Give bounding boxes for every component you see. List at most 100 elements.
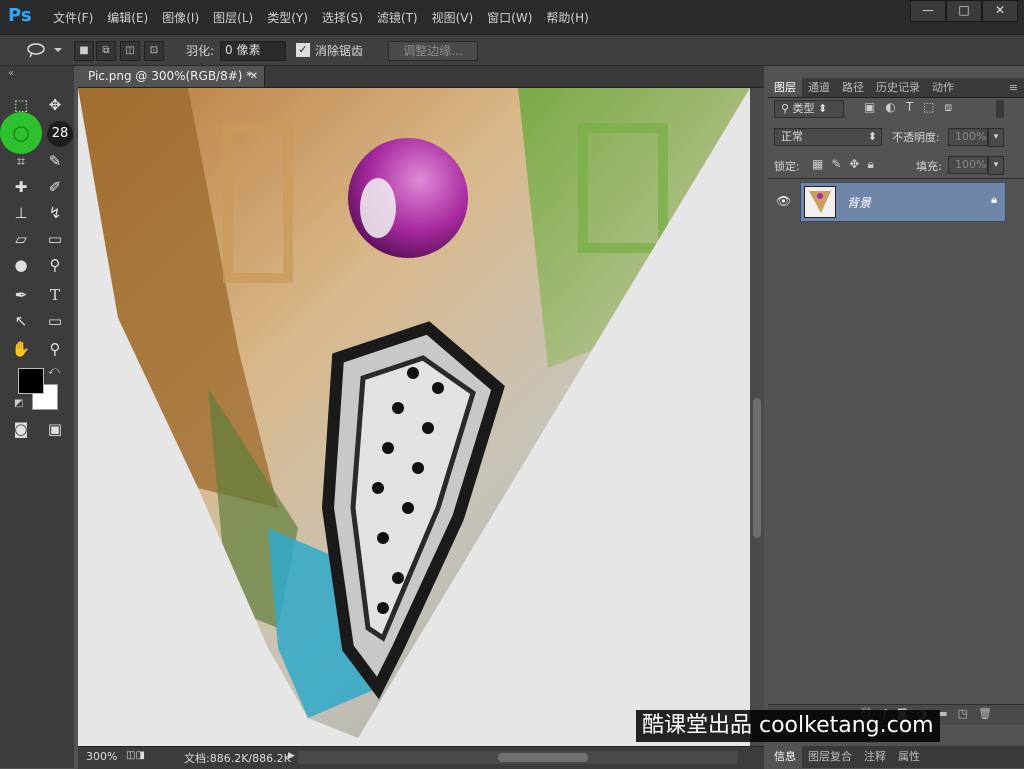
window-controls: — □ ✕ xyxy=(910,0,1018,22)
zoom-level[interactable]: 300% xyxy=(86,750,117,763)
menu-image[interactable]: 图像(I) xyxy=(155,9,206,26)
fill-dropdown-icon[interactable]: ▾ xyxy=(988,156,1004,175)
dodge-tool-icon[interactable]: ⚲ xyxy=(44,254,66,276)
tab-notes[interactable]: 注释 xyxy=(858,746,892,768)
type-tool-icon[interactable]: T xyxy=(44,284,66,306)
path-selection-icon[interactable]: ↖ xyxy=(10,310,32,332)
minimize-button[interactable]: — xyxy=(910,0,946,22)
quick-mask-icon[interactable]: ◙ xyxy=(10,418,32,440)
tab-info[interactable]: 信息 xyxy=(768,746,802,768)
tab-layer-comps[interactable]: 图层复合 xyxy=(802,746,858,768)
smart-filter-icon[interactable]: ⧈ xyxy=(945,100,953,115)
app-logo: Ps xyxy=(8,5,32,26)
document-title: Pic.png @ 300%(RGB/8#) * xyxy=(88,69,253,83)
tab-channels[interactable]: 通道 xyxy=(802,78,836,97)
eyedropper-tool-icon[interactable]: ✎ xyxy=(44,150,66,172)
panel-tabs: 图层 通道 路径 历史记录 动作 ≡ xyxy=(768,78,1024,98)
filter-type-select[interactable]: ⚲ 类型 ⬍ xyxy=(774,100,844,118)
add-selection-button[interactable]: ⧉ xyxy=(96,41,116,61)
layer-name[interactable]: 背景 xyxy=(847,194,871,211)
crop-tool-icon[interactable]: ⌗ xyxy=(10,150,32,172)
menu-bar: Ps 文件(F) 编辑(E) 图像(I) 图层(L) 类型(Y) 选择(S) 滤… xyxy=(0,0,1024,34)
horizontal-scrollbar[interactable] xyxy=(298,751,738,764)
brush-tool-icon[interactable]: ✐ xyxy=(44,176,66,198)
subtract-selection-button[interactable]: ◫ xyxy=(120,41,140,61)
opacity-input[interactable]: 100% xyxy=(948,128,988,146)
chevron-down-icon: ⬍ xyxy=(867,130,877,143)
menu-window[interactable]: 窗口(W) xyxy=(480,9,539,26)
vertical-scroll-thumb[interactable] xyxy=(753,398,761,538)
restore-button[interactable]: □ xyxy=(946,0,982,22)
feather-label: 羽化: xyxy=(186,44,215,58)
horizontal-scroll-thumb[interactable] xyxy=(498,753,588,762)
vertical-scrollbar[interactable] xyxy=(750,88,764,746)
opacity-dropdown-icon[interactable]: ▾ xyxy=(988,128,1004,147)
lock-all-icon[interactable]: 🔒︎ xyxy=(867,157,873,172)
lock-transparency-icon[interactable]: ▦ xyxy=(812,157,823,172)
tab-properties[interactable]: 属性 xyxy=(892,746,926,768)
close-tab-icon[interactable]: ✕ xyxy=(250,66,258,87)
rectangle-tool-icon[interactable]: ▭ xyxy=(44,310,66,332)
menu-file[interactable]: 文件(F) xyxy=(46,9,100,26)
stamp-tool-icon[interactable]: ⊥ xyxy=(10,202,32,224)
lasso-tool-icon[interactable]: ◯ xyxy=(10,122,32,144)
move-tool-icon[interactable]: ✥ xyxy=(44,94,66,116)
visibility-eye-icon[interactable]: 👁︎ xyxy=(776,194,791,208)
shape-filter-icon[interactable]: ⬚ xyxy=(923,100,934,115)
type-filter-icon[interactable]: T xyxy=(906,100,913,115)
screen-mode-icon[interactable]: ▣ xyxy=(44,418,66,440)
filter-toggle[interactable] xyxy=(996,100,1004,118)
canvas[interactable] xyxy=(78,88,750,746)
tab-actions[interactable]: 动作 xyxy=(926,78,960,97)
delete-layer-icon[interactable]: 🗑︎ xyxy=(978,707,992,720)
blend-mode-select[interactable]: 正常 ⬍ xyxy=(774,128,882,146)
layer-thumbnail-image xyxy=(809,191,831,213)
tab-paths[interactable]: 路径 xyxy=(836,78,870,97)
menu-layer[interactable]: 图层(L) xyxy=(206,9,260,26)
panel-menu-icon[interactable]: ≡ xyxy=(1003,78,1024,97)
new-selection-button[interactable]: ■ xyxy=(74,41,94,61)
options-bar: ■ ⧉ ◫ ⊡ 羽化: 0 像素 ✓ 消除锯齿 调整边缘... xyxy=(0,34,1024,66)
document-tab[interactable]: Pic.png @ 300%(RGB/8#) * ✕ xyxy=(78,66,265,87)
menu-filter[interactable]: 滤镜(T) xyxy=(370,9,425,26)
antialias-checkbox[interactable]: ✓ xyxy=(296,43,310,57)
intersect-selection-button[interactable]: ⊡ xyxy=(144,41,164,61)
tab-layers[interactable]: 图层 xyxy=(768,78,802,97)
feather-input[interactable]: 0 像素 xyxy=(220,41,286,61)
layer-row-background[interactable]: 背景 🔒︎ xyxy=(800,182,1006,222)
menu-select[interactable]: 选择(S) xyxy=(315,9,370,26)
foreground-color-swatch[interactable] xyxy=(18,368,44,394)
lock-position-icon[interactable]: ✥ xyxy=(849,157,859,172)
menu-view[interactable]: 视图(V) xyxy=(425,9,481,26)
layers-panel: 图层 通道 路径 历史记录 动作 ≡ ⚲ 类型 ⬍ ▣ ◐ T ⬚ ⧈ 正常 ⬍ … xyxy=(768,78,1024,768)
document-info[interactable]: 文档:886.2K/886.2K xyxy=(184,750,291,766)
eraser-tool-icon[interactable]: ▱ xyxy=(10,228,32,250)
menu-help[interactable]: 帮助(H) xyxy=(539,9,595,26)
blend-mode-value: 正常 xyxy=(781,130,803,143)
status-arrow-icon[interactable]: ▶ xyxy=(288,751,295,761)
swap-colors-icon[interactable]: ⤺ xyxy=(48,364,60,378)
fill-input[interactable]: 100% xyxy=(948,156,988,174)
healing-brush-icon[interactable]: ✚ xyxy=(10,176,32,198)
new-layer-icon[interactable]: ◳ xyxy=(958,707,968,720)
refine-edge-button[interactable]: 调整边缘... xyxy=(388,41,478,61)
pixel-filter-icon[interactable]: ▣ xyxy=(864,100,875,115)
menu-type[interactable]: 类型(Y) xyxy=(260,9,315,26)
menu-edit[interactable]: 编辑(E) xyxy=(100,9,155,26)
tab-history[interactable]: 历史记录 xyxy=(870,78,926,97)
close-button[interactable]: ✕ xyxy=(982,0,1018,22)
adjustment-filter-icon[interactable]: ◐ xyxy=(885,100,895,115)
hand-tool-icon[interactable]: ✋ xyxy=(10,338,32,360)
gradient-tool-icon[interactable]: ▭ xyxy=(44,228,66,250)
layer-lock-icon: 🔒︎ xyxy=(991,193,997,206)
collapse-icon[interactable]: « xyxy=(8,68,14,79)
history-brush-icon[interactable]: ↯ xyxy=(44,202,66,224)
filter-type-label: 类型 xyxy=(792,102,815,115)
zoom-tool-icon[interactable]: ⚲ xyxy=(44,338,66,360)
lock-pixels-icon[interactable]: ✎ xyxy=(831,157,841,172)
pen-tool-icon[interactable]: ✒ xyxy=(10,284,32,306)
blur-tool-icon[interactable]: ● xyxy=(10,254,32,276)
lasso-preset-picker[interactable] xyxy=(24,41,64,59)
default-colors-icon[interactable]: ◩ xyxy=(14,398,23,409)
zoom-preview-icon[interactable]: ◫◨ xyxy=(126,750,145,761)
